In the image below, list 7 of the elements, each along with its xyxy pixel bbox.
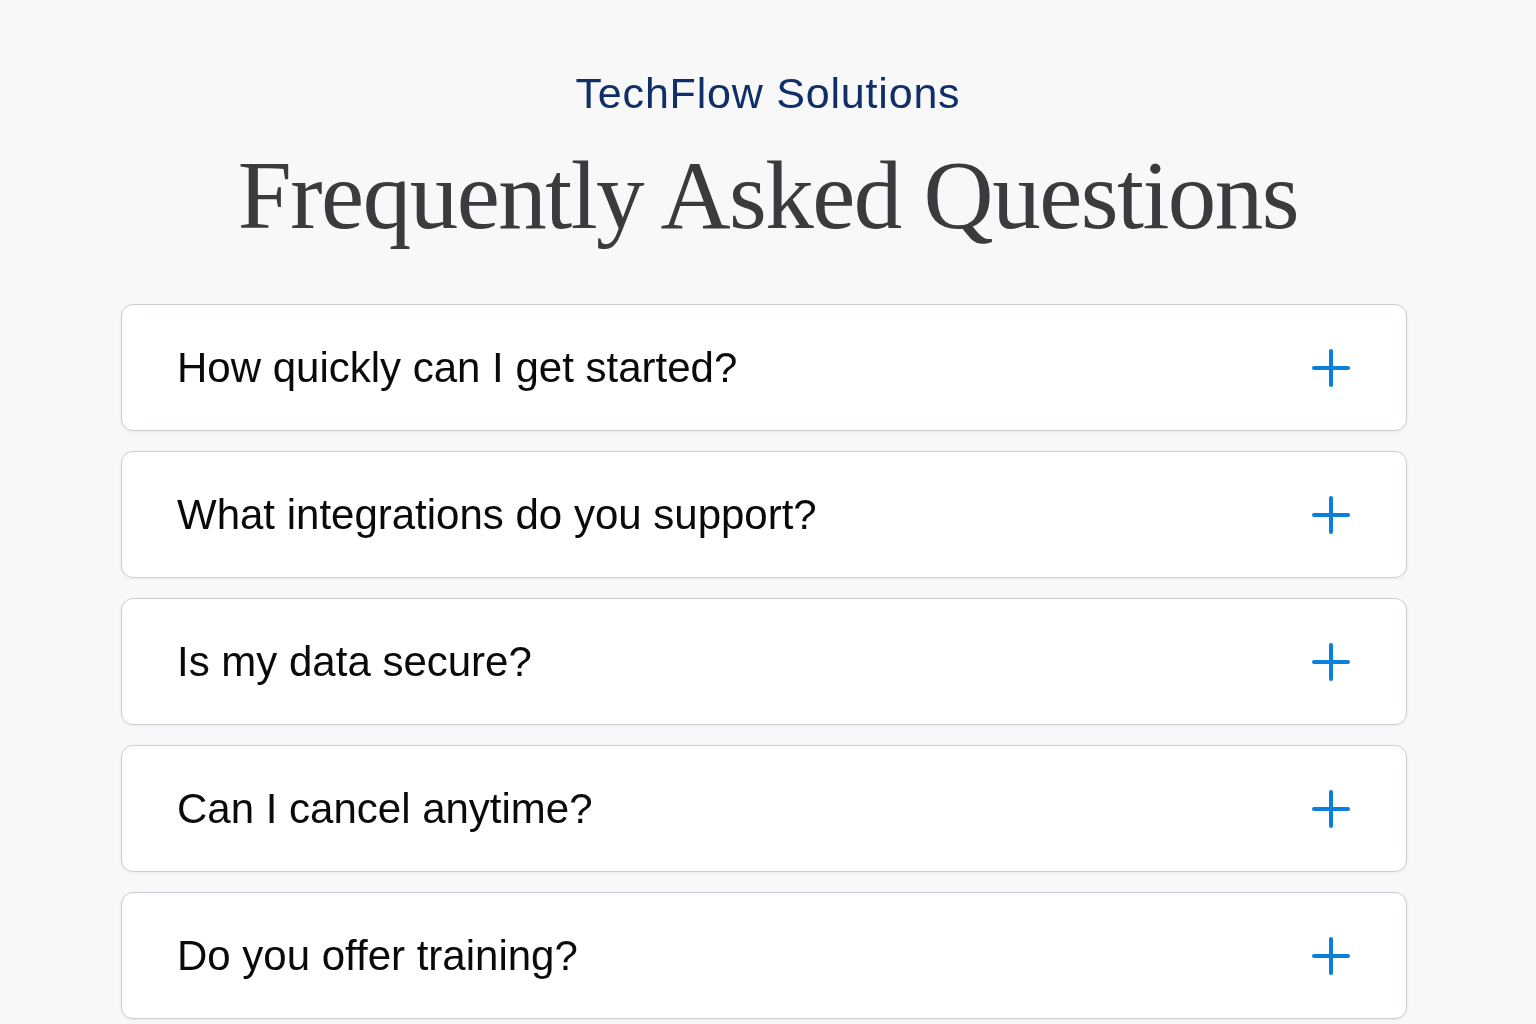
faq-question[interactable]: Can I cancel anytime? <box>121 745 1407 872</box>
page-title: Frequently Asked Questions <box>237 142 1299 250</box>
faq-question[interactable]: Is my data secure? <box>121 598 1407 725</box>
faq-question[interactable]: What integrations do you support? <box>121 451 1407 578</box>
faq-question[interactable]: Do you offer training? <box>121 892 1407 1019</box>
faq-question[interactable]: How quickly can I get started? <box>121 304 1407 431</box>
brand-name: TechFlow Solutions <box>575 68 961 118</box>
